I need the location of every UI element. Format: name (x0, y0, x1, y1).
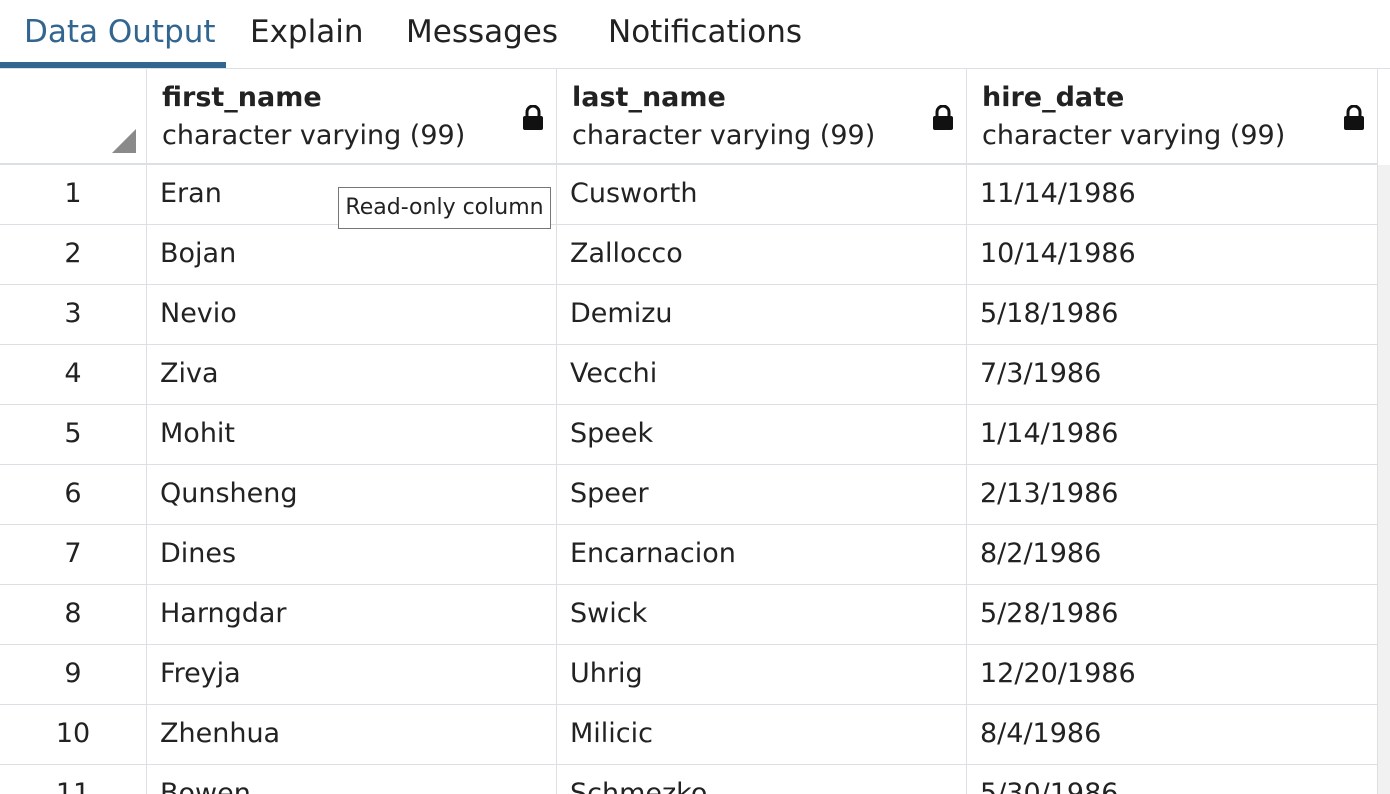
column-header-first-name[interactable]: first_name character varying (99) (147, 69, 557, 165)
row-number[interactable]: 6 (0, 465, 147, 524)
cell-first-name[interactable]: Qunsheng (147, 465, 557, 524)
cell-hire-date[interactable]: 12/20/1986 (967, 645, 1378, 704)
cell-hire-date[interactable]: 5/28/1986 (967, 585, 1378, 644)
lock-icon (1344, 105, 1364, 130)
row-number[interactable]: 3 (0, 285, 147, 344)
cell-first-name[interactable]: Freyja (147, 645, 557, 704)
column-type: character varying (99) (572, 120, 876, 151)
cell-last-name[interactable]: Swick (557, 585, 967, 644)
lock-icon (523, 105, 543, 130)
result-tabs: Data Output Explain Messages Notificatio… (0, 0, 1390, 69)
cell-last-name[interactable]: Cusworth (557, 165, 967, 224)
table-row[interactable]: 2 Bojan Zallocco 10/14/1986 (0, 225, 1378, 285)
cell-hire-date[interactable]: 2/13/1986 (967, 465, 1378, 524)
table-row[interactable]: 8 Harngdar Swick 5/28/1986 (0, 585, 1378, 645)
table-row[interactable]: 3 Nevio Demizu 5/18/1986 (0, 285, 1378, 345)
row-number[interactable]: 5 (0, 405, 147, 464)
table-row[interactable]: 7 Dines Encarnacion 8/2/1986 (0, 525, 1378, 585)
cell-hire-date[interactable]: 10/14/1986 (967, 225, 1378, 284)
cell-first-name[interactable]: Bowen (147, 765, 557, 794)
table-row[interactable]: 5 Mohit Speek 1/14/1986 (0, 405, 1378, 465)
column-name: last_name (572, 82, 726, 113)
cell-last-name[interactable]: Speer (557, 465, 967, 524)
cell-hire-date[interactable]: 5/30/1986 (967, 765, 1378, 794)
cell-hire-date[interactable]: 8/2/1986 (967, 525, 1378, 584)
table-row[interactable]: 9 Freyja Uhrig 12/20/1986 (0, 645, 1378, 705)
cell-last-name[interactable]: Demizu (557, 285, 967, 344)
table-row[interactable]: 6 Qunsheng Speer 2/13/1986 (0, 465, 1378, 525)
active-tab-indicator (0, 62, 226, 68)
cell-hire-date[interactable]: 1/14/1986 (967, 405, 1378, 464)
table-row[interactable]: 4 Ziva Vecchi 7/3/1986 (0, 345, 1378, 405)
column-header-last-name[interactable]: last_name character varying (99) (557, 69, 967, 165)
table-row[interactable]: 10 Zhenhua Milicic 8/4/1986 (0, 705, 1378, 765)
read-only-tooltip: Read-only column (338, 187, 551, 229)
cell-last-name[interactable]: Encarnacion (557, 525, 967, 584)
tab-messages[interactable]: Messages (406, 0, 558, 68)
row-number[interactable]: 2 (0, 225, 147, 284)
cell-last-name[interactable]: Schmezko (557, 765, 967, 794)
row-number[interactable]: 9 (0, 645, 147, 704)
tab-data-output[interactable]: Data Output (24, 0, 216, 68)
cell-last-name[interactable]: Uhrig (557, 645, 967, 704)
column-name: first_name (162, 82, 322, 113)
cell-first-name[interactable]: Bojan (147, 225, 557, 284)
cell-first-name[interactable]: Ziva (147, 345, 557, 404)
row-number[interactable]: 11 (0, 765, 147, 794)
column-type: character varying (99) (162, 120, 466, 151)
cell-last-name[interactable]: Zallocco (557, 225, 967, 284)
column-type: character varying (99) (982, 120, 1286, 151)
row-number[interactable]: 4 (0, 345, 147, 404)
table-row[interactable]: 11 Bowen Schmezko 5/30/1986 (0, 765, 1378, 794)
grid-rows: 1 Eran Cusworth 11/14/1986 2 Bojan Zallo… (0, 165, 1378, 794)
cell-first-name[interactable]: Harngdar (147, 585, 557, 644)
cell-hire-date[interactable]: 7/3/1986 (967, 345, 1378, 404)
select-all-corner[interactable] (0, 69, 147, 165)
column-header-hire-date[interactable]: hire_date character varying (99) (967, 69, 1378, 165)
cell-first-name[interactable]: Mohit (147, 405, 557, 464)
row-number[interactable]: 10 (0, 705, 147, 764)
vertical-scrollbar[interactable] (1378, 165, 1390, 794)
lock-icon (933, 105, 953, 130)
cell-hire-date[interactable]: 8/4/1986 (967, 705, 1378, 764)
tab-explain[interactable]: Explain (250, 0, 363, 68)
row-number[interactable]: 1 (0, 165, 147, 224)
cell-first-name[interactable]: Dines (147, 525, 557, 584)
row-number[interactable]: 7 (0, 525, 147, 584)
select-all-icon (112, 129, 136, 153)
column-name: hire_date (982, 82, 1125, 113)
data-grid: first_name character varying (99) last_n… (0, 69, 1390, 794)
query-results-panel: Data Output Explain Messages Notificatio… (0, 0, 1390, 794)
cell-last-name[interactable]: Speek (557, 405, 967, 464)
tab-notifications[interactable]: Notifications (608, 0, 802, 68)
cell-last-name[interactable]: Vecchi (557, 345, 967, 404)
row-number[interactable]: 8 (0, 585, 147, 644)
cell-hire-date[interactable]: 5/18/1986 (967, 285, 1378, 344)
table-row[interactable]: 1 Eran Cusworth 11/14/1986 (0, 165, 1378, 225)
cell-first-name[interactable]: Zhenhua (147, 705, 557, 764)
cell-last-name[interactable]: Milicic (557, 705, 967, 764)
cell-hire-date[interactable]: 11/14/1986 (967, 165, 1378, 224)
cell-first-name[interactable]: Nevio (147, 285, 557, 344)
